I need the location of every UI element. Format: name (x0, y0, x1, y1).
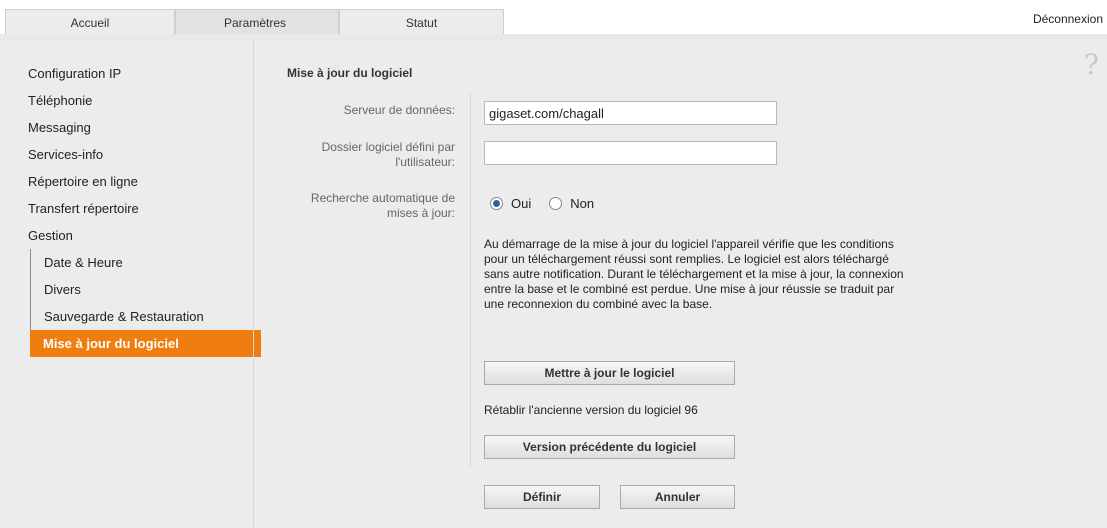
help-icon[interactable]: ? (1084, 48, 1099, 81)
auto-search-label-line2: mises à jour: (386, 206, 455, 220)
restore-version-text: Rétablir l'ancienne version du logiciel … (484, 403, 698, 417)
folder-input[interactable] (484, 141, 777, 165)
cancel-button[interactable]: Annuler (620, 485, 735, 509)
update-software-button[interactable]: Mettre à jour le logiciel (484, 361, 735, 385)
sidebar-item-date-heure[interactable]: Date & Heure (31, 249, 253, 276)
sidebar-item-sauvegarde-restauration[interactable]: Sauvegarde & Restauration (31, 303, 253, 330)
radio-non-label[interactable]: Non (570, 196, 594, 211)
auto-search-label-line1: Recherche automatique de (310, 191, 455, 205)
update-info-text: Au démarrage de la mise à jour du logici… (484, 237, 904, 311)
page-title: Mise à jour du logiciel (287, 66, 413, 80)
server-input[interactable] (484, 101, 777, 125)
sidebar-item-mise-a-jour-logiciel[interactable]: Mise à jour du logiciel (30, 330, 261, 357)
sidebar-item-services-info[interactable]: Services-info (12, 141, 253, 168)
radio-oui-label[interactable]: Oui (511, 196, 531, 211)
radio-oui[interactable] (490, 197, 503, 210)
sidebar-item-repertoire-en-ligne[interactable]: Répertoire en ligne (12, 168, 253, 195)
folder-label: Dossier logiciel défini par l'utilisateu… (254, 140, 455, 170)
server-label: Serveur de données: (343, 103, 455, 117)
form-divider (470, 92, 471, 468)
logout-link[interactable]: Déconnexion (1033, 12, 1103, 26)
content-area: ? Mise à jour du logiciel Serveur de don… (254, 40, 1107, 528)
define-button[interactable]: Définir (484, 485, 600, 509)
sidebar-item-transfert-repertoire[interactable]: Transfert répertoire (12, 195, 253, 222)
folder-label-line2: l'utilisateur: (395, 155, 455, 169)
sidebar-item-messaging[interactable]: Messaging (12, 114, 253, 141)
radio-non[interactable] (549, 197, 563, 210)
tab-statut[interactable]: Statut (339, 9, 504, 35)
sidebar-subnav-gestion: Date & Heure Divers Sauvegarde & Restaur… (30, 249, 261, 357)
main-panel: Configuration IP Téléphonie Messaging Se… (0, 40, 1107, 528)
folder-label-line1: Dossier logiciel défini par (321, 140, 455, 154)
sidebar-item-divers[interactable]: Divers (31, 276, 253, 303)
previous-version-button[interactable]: Version précédente du logiciel (484, 435, 735, 459)
sidebar-item-telephonie[interactable]: Téléphonie (12, 87, 253, 114)
auto-search-label: Recherche automatique de mises à jour: (254, 191, 455, 221)
tab-parametres[interactable]: Paramètres (175, 9, 339, 35)
sidebar: Configuration IP Téléphonie Messaging Se… (28, 60, 261, 357)
auto-search-radio-group: Oui Non (490, 196, 612, 211)
sidebar-item-gestion[interactable]: Gestion (12, 222, 253, 249)
sidebar-item-configuration-ip[interactable]: Configuration IP (12, 60, 253, 87)
tab-accueil[interactable]: Accueil (5, 9, 175, 35)
